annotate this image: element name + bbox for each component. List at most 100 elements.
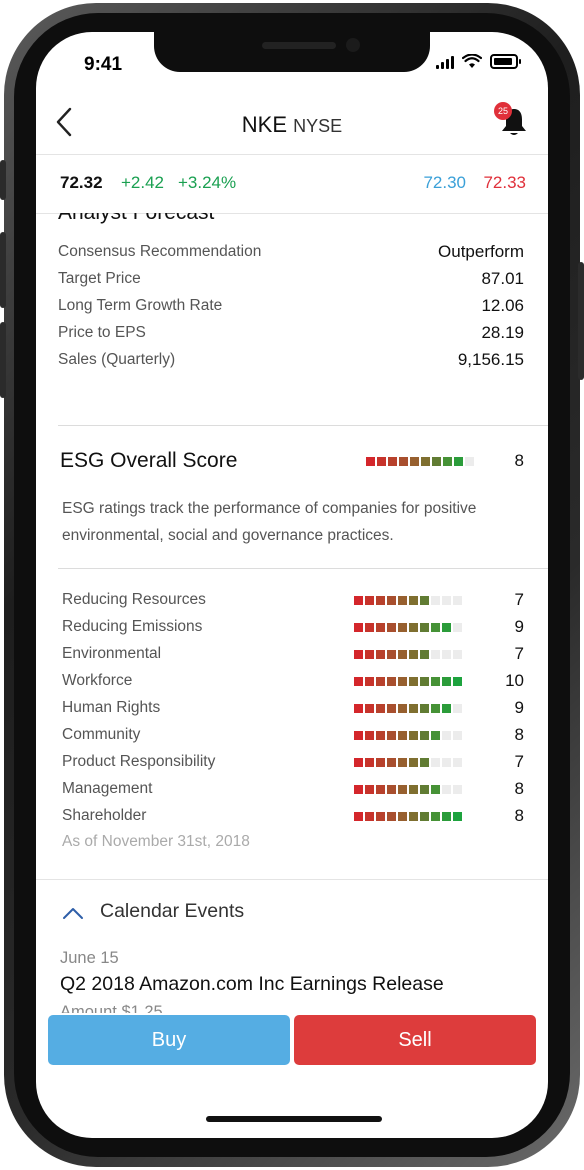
- score-segment: [453, 650, 462, 659]
- score-segment: [354, 731, 363, 740]
- calendar-events-header[interactable]: Calendar Events: [36, 879, 548, 940]
- score-segment: [453, 677, 462, 686]
- score-segment: [431, 812, 440, 821]
- score-segment: [453, 812, 462, 821]
- score-segment: [420, 758, 429, 767]
- score-segment: [442, 758, 451, 767]
- score-segment: [420, 596, 429, 605]
- esg-category-score-bar: [354, 677, 462, 686]
- score-segment: [443, 457, 452, 466]
- score-segment: [431, 785, 440, 794]
- cellular-signal-icon: [436, 55, 454, 69]
- esg-category-label: Product Responsibility: [62, 753, 216, 770]
- score-segment: [420, 785, 429, 794]
- esg-category-score: 9: [514, 698, 524, 717]
- esg-overall-score-bar: [366, 457, 474, 466]
- score-segment: [398, 596, 407, 605]
- score-segment: [376, 758, 385, 767]
- esg-category-label: Reducing Emissions: [62, 618, 203, 635]
- score-segment: [387, 596, 396, 605]
- score-segment: [431, 677, 440, 686]
- score-segment: [365, 758, 374, 767]
- esg-category-score: 10: [505, 671, 524, 690]
- score-segment: [365, 812, 374, 821]
- esg-category-label: Human Rights: [62, 699, 161, 716]
- power-button: [578, 262, 584, 380]
- esg-category-score-bar: [354, 704, 462, 713]
- score-segment: [442, 785, 451, 794]
- score-segment: [421, 457, 430, 466]
- analyst-row-value: 28.19: [481, 323, 524, 342]
- esg-as-of-date: As of November 31st, 2018: [62, 833, 250, 850]
- camera: [346, 38, 360, 52]
- details-scroll-area[interactable]: Analyst Forecast Consensus Recommendatio…: [36, 213, 548, 1013]
- app-screen: 9:41 NKE NYSE 25 72.32 +2.42 +3.24% 72.3…: [36, 32, 548, 1138]
- score-segment: [431, 758, 440, 767]
- exchange-label: NYSE: [293, 116, 343, 136]
- score-segment: [453, 704, 462, 713]
- score-segment: [453, 785, 462, 794]
- analyst-row-value: Outperform: [438, 242, 524, 261]
- score-segment: [387, 785, 396, 794]
- chevron-up-icon: [62, 900, 84, 926]
- score-segment: [432, 457, 441, 466]
- score-segment: [431, 650, 440, 659]
- esg-category-score-bar: [354, 623, 462, 632]
- score-segment: [398, 785, 407, 794]
- score-segment: [354, 596, 363, 605]
- esg-category-score: 8: [514, 779, 524, 798]
- analyst-row-label: Target Price: [58, 270, 141, 287]
- analyst-row-label: Sales (Quarterly): [58, 351, 176, 368]
- score-segment: [365, 731, 374, 740]
- buy-button[interactable]: Buy: [48, 1015, 290, 1065]
- score-segment: [442, 677, 451, 686]
- volume-up-button: [0, 232, 6, 308]
- event-name[interactable]: Q2 2018 Amazon.com Inc Earnings Release: [60, 973, 444, 996]
- esg-category-label: Environmental: [62, 645, 162, 662]
- score-segment: [465, 457, 474, 466]
- score-segment: [409, 704, 418, 713]
- score-segment: [409, 785, 418, 794]
- nav-bar: NKE NYSE 25: [36, 100, 548, 152]
- status-icons: [436, 54, 521, 69]
- score-segment: [376, 650, 385, 659]
- esg-category-score-bar: [354, 596, 462, 605]
- home-indicator[interactable]: [206, 1116, 382, 1122]
- price-change-percent: +3.24%: [178, 173, 237, 192]
- score-segment: [442, 731, 451, 740]
- analyst-row-label: Long Term Growth Rate: [58, 297, 223, 314]
- score-segment: [387, 623, 396, 632]
- score-segment: [410, 457, 419, 466]
- score-segment: [365, 785, 374, 794]
- sell-button[interactable]: Sell: [294, 1015, 536, 1065]
- score-segment: [365, 650, 374, 659]
- event-amount: Amount $1.25: [60, 1003, 163, 1013]
- score-segment: [376, 812, 385, 821]
- score-segment: [453, 596, 462, 605]
- esg-category-score: 7: [514, 590, 524, 609]
- score-segment: [442, 623, 451, 632]
- esg-category-score-bar: [354, 785, 462, 794]
- score-segment: [365, 623, 374, 632]
- score-segment: [420, 704, 429, 713]
- score-segment: [376, 623, 385, 632]
- score-segment: [398, 812, 407, 821]
- esg-category-score-bar: [354, 812, 462, 821]
- section-divider: [58, 425, 548, 426]
- score-segment: [387, 758, 396, 767]
- volume-down-button: [0, 322, 6, 398]
- notifications-button[interactable]: 25: [494, 102, 530, 140]
- analyst-row-label: Price to EPS: [58, 324, 146, 341]
- esg-category-label: Workforce: [62, 672, 133, 689]
- score-segment: [387, 812, 396, 821]
- score-segment: [354, 650, 363, 659]
- score-segment: [409, 650, 418, 659]
- analyst-row-value: 87.01: [481, 269, 524, 288]
- score-segment: [453, 623, 462, 632]
- esg-category-score: 8: [514, 725, 524, 744]
- last-price: 72.32: [60, 173, 103, 192]
- score-segment: [454, 457, 463, 466]
- score-segment: [387, 704, 396, 713]
- score-segment: [453, 758, 462, 767]
- score-segment: [387, 650, 396, 659]
